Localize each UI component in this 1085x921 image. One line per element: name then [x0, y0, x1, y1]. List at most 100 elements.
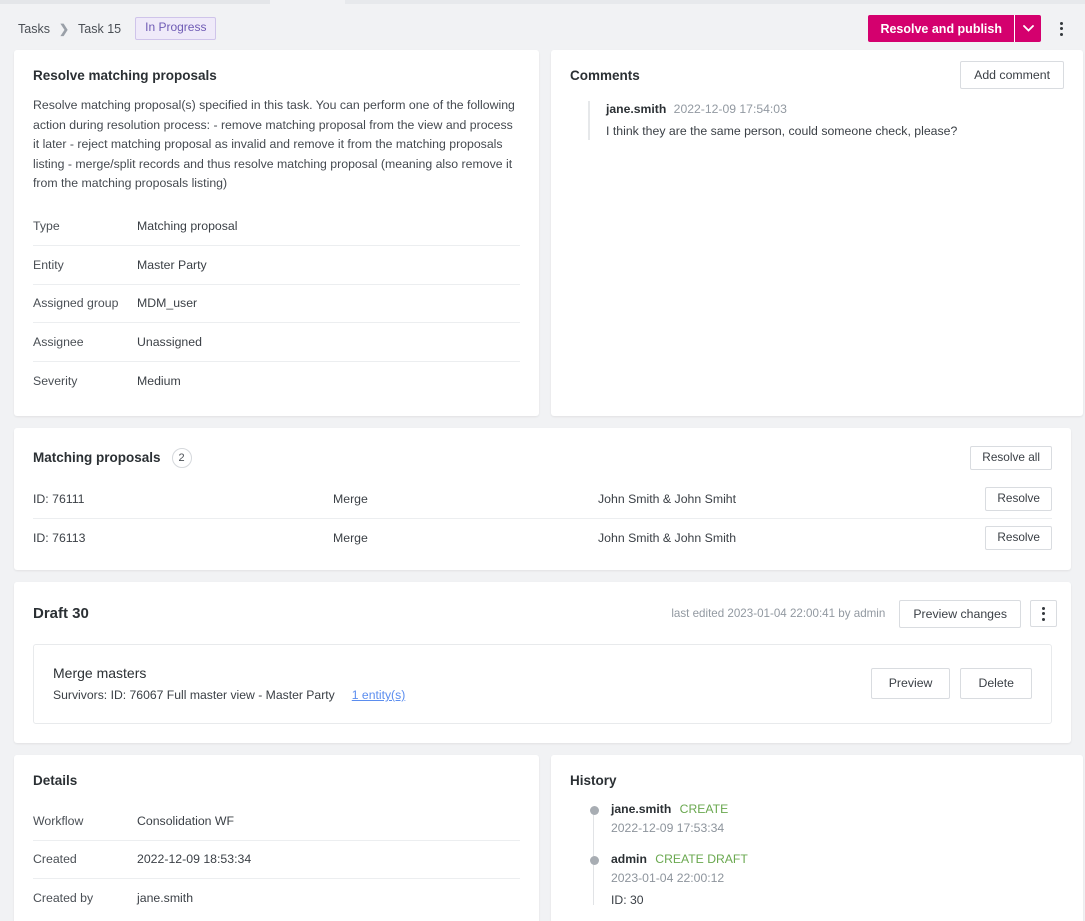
- draft-operation-survivors: Survivors: ID: 76067 Full master view - …: [53, 688, 335, 703]
- table-row: Entity Master Party: [33, 246, 520, 285]
- matching-proposals-list: ID: 76111 Merge John Smith & John Smiht …: [14, 480, 1071, 570]
- history-title: History: [570, 773, 617, 789]
- history-user: jane.smith: [611, 802, 672, 817]
- draft-title: Draft 30: [33, 605, 89, 623]
- table-row: ID: 76111 Merge John Smith & John Smiht …: [33, 480, 1052, 519]
- matching-proposals-card: Matching proposals 2 Resolve all ID: 761…: [14, 428, 1071, 570]
- comment-meta: jane.smith 2022-12-09 17:54:03: [606, 102, 1064, 116]
- table-row: Workflow Consolidation WF: [33, 802, 520, 841]
- draft-header: Draft 30 last edited 2023-01-04 22:00:41…: [14, 582, 1071, 629]
- delete-button[interactable]: Delete: [960, 668, 1032, 699]
- preview-changes-button[interactable]: Preview changes: [899, 599, 1021, 629]
- draft-operation-actions: Preview Delete: [870, 668, 1032, 699]
- more-vertical-icon-dot-1: [1060, 21, 1063, 25]
- property-key: Created: [33, 852, 77, 867]
- proposal-names: John Smith & John Smith: [598, 531, 737, 546]
- more-vertical-icon-dot-2: [1060, 27, 1063, 30]
- resolve-button[interactable]: Resolve: [985, 526, 1052, 551]
- property-key: Assigned group: [33, 296, 119, 311]
- property-value: MDM_user: [137, 296, 198, 311]
- property-value: Medium: [137, 373, 181, 388]
- task-info-card: Resolve matching proposals Resolve match…: [14, 50, 539, 416]
- table-row: Severity Medium: [33, 362, 520, 401]
- table-row: Created by jane.smith: [33, 879, 520, 918]
- property-value: Unassigned: [137, 334, 202, 349]
- details-properties-table: Workflow Consolidation WF Created 2022-1…: [33, 802, 520, 918]
- tabstrip-segment-right: [345, 0, 1085, 4]
- property-key: Workflow: [33, 813, 84, 828]
- history-date: 2023-01-04 22:00:12: [611, 871, 725, 886]
- proposal-id: ID: 76113: [33, 531, 86, 546]
- row-details-and-history: Details Workflow Consolidation WF Create…: [14, 755, 1083, 921]
- breadcrumb-item-task-15[interactable]: Task 15: [78, 22, 121, 36]
- add-comment-button[interactable]: Add comment: [960, 61, 1064, 90]
- task-card-description: Resolve matching proposal(s) specified i…: [33, 98, 515, 190]
- task-card-title: Resolve matching proposals: [33, 68, 217, 83]
- status-badge: In Progress: [135, 17, 217, 40]
- draft-more-menu-button[interactable]: [1030, 600, 1057, 628]
- breadcrumb: Tasks ❯ Task 15 In Progress: [18, 17, 217, 40]
- preview-button[interactable]: Preview: [870, 668, 951, 699]
- list-item: admin CREATE DRAFT 2023-01-04 22:00:12 I…: [586, 852, 1064, 907]
- resolve-all-button[interactable]: Resolve all: [970, 446, 1052, 470]
- more-vertical-icon-dot-2: [1042, 612, 1045, 616]
- table-row: Type Matching proposal: [33, 208, 520, 246]
- draft-operation-info: Merge masters Survivors: ID: 76067 Full …: [53, 665, 405, 702]
- draft-card: Draft 30 last edited 2023-01-04 22:00:41…: [14, 581, 1071, 744]
- comments-header: Comments Add comment: [570, 61, 1064, 90]
- property-key: Assignee: [33, 334, 84, 349]
- resolve-and-publish-button[interactable]: Resolve and publish: [868, 15, 1014, 42]
- more-vertical-icon-dot-1: [1042, 606, 1045, 610]
- property-key: Severity: [33, 373, 78, 388]
- resolve-and-publish-dropdown-button[interactable]: [1014, 15, 1041, 42]
- comment-body: I think they are the same person, could …: [606, 124, 958, 139]
- top-action-bar: Tasks ❯ Task 15 In Progress Resolve and …: [0, 7, 1085, 50]
- property-key: Type: [33, 219, 60, 234]
- table-row: ID: 76113 Merge John Smith & John Smith …: [33, 519, 1052, 558]
- page-more-menu-button[interactable]: [1048, 15, 1075, 42]
- timeline-dot-icon: [589, 806, 599, 816]
- list-item: jane.smith CREATE 2022-12-09 17:53:34: [586, 802, 1064, 835]
- draft-operation-title: Merge masters: [53, 665, 147, 682]
- history-card: History jane.smith CREATE 2022-12-09 17:…: [551, 755, 1083, 921]
- breadcrumb-item-tasks[interactable]: Tasks: [18, 22, 50, 36]
- draft-operation-subtitle: Survivors: ID: 76067 Full master view - …: [53, 688, 405, 702]
- proposal-type: Merge: [333, 491, 368, 506]
- table-row: Assignee Unassigned: [33, 323, 520, 362]
- chevron-right-icon: ❯: [58, 21, 70, 36]
- history-user: admin: [611, 852, 647, 867]
- proposal-names: John Smith & John Smiht: [598, 491, 737, 506]
- timeline-dot-icon: [589, 856, 599, 866]
- more-vertical-icon-dot-3: [1060, 32, 1063, 36]
- history-entry-header: admin CREATE DRAFT: [611, 852, 1064, 866]
- property-value: 2022-12-09 18:53:34: [137, 852, 252, 867]
- task-properties-table: Type Matching proposal Entity Master Par…: [33, 208, 520, 401]
- comments-card: Comments Add comment jane.smith 2022-12-…: [551, 50, 1083, 416]
- property-key: Entity: [33, 257, 64, 272]
- row-matching-proposals: Matching proposals 2 Resolve all ID: 761…: [14, 428, 1071, 570]
- matching-proposals-count-badge: 2: [171, 447, 192, 468]
- row-task-and-comments: Resolve matching proposals Resolve match…: [14, 50, 1083, 416]
- history-list: jane.smith CREATE 2022-12-09 17:53:34 ad…: [570, 802, 1064, 907]
- browser-tabstrip-sliver: [0, 0, 1085, 7]
- history-entry-header: jane.smith CREATE: [611, 802, 1064, 816]
- resolve-button[interactable]: Resolve: [985, 486, 1052, 511]
- property-value: jane.smith: [137, 891, 194, 906]
- entities-link[interactable]: 1 entity(s): [352, 688, 406, 702]
- comments-title: Comments: [570, 68, 640, 83]
- table-row: Created 2022-12-09 18:53:34: [33, 841, 520, 880]
- property-key: Created by: [33, 891, 94, 906]
- property-value: Master Party: [137, 257, 207, 272]
- top-action-buttons: Resolve and publish: [868, 15, 1075, 42]
- list-item: jane.smith 2022-12-09 17:54:03 I think t…: [588, 101, 1064, 141]
- comment-timestamp: 2022-12-09 17:54:03: [673, 102, 787, 117]
- history-action: CREATE DRAFT: [655, 852, 748, 867]
- proposal-id: ID: 76111: [33, 491, 85, 506]
- property-value: Consolidation WF: [137, 813, 235, 828]
- draft-operation-card: Merge masters Survivors: ID: 76067 Full …: [33, 644, 1052, 725]
- row-draft: Draft 30 last edited 2023-01-04 22:00:41…: [14, 581, 1071, 744]
- page-body: Resolve matching proposals Resolve match…: [0, 50, 1085, 921]
- chevron-down-icon: [1022, 25, 1034, 32]
- comment-author: jane.smith: [606, 102, 667, 117]
- tabstrip-segment-left: [0, 0, 270, 4]
